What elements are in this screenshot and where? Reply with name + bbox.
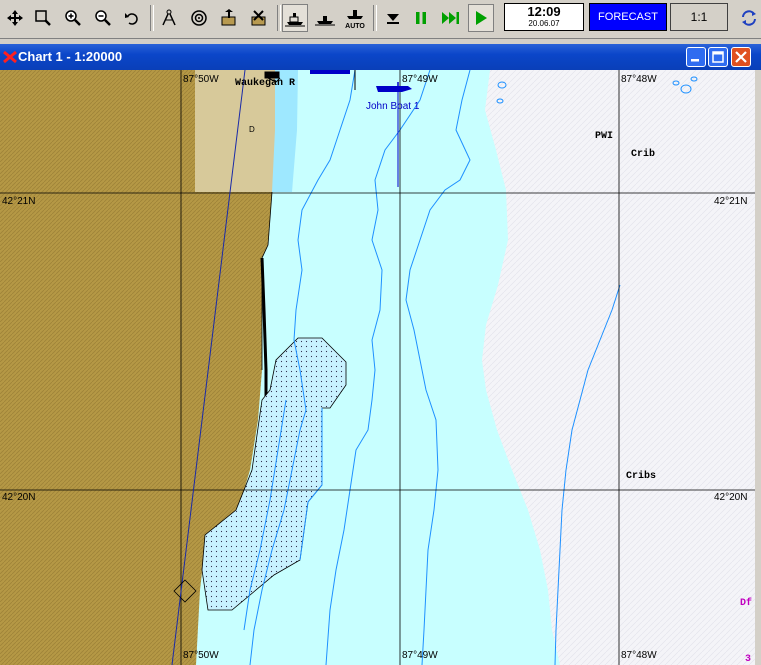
window-title: Chart 1 - 1:20000 [18,49,123,64]
window-right-border [755,70,761,665]
export-icon[interactable] [216,4,242,32]
toolbar-separator [150,5,154,31]
clock-time: 12:09 [527,4,561,19]
label-pwi: PWI [595,131,614,142]
refresh-icon[interactable] [736,4,761,32]
lon-label-bottom-1: 87°50W [183,650,219,661]
lon-label-top-3: 87°48W [621,74,657,85]
label-crib: Crib [631,149,656,160]
lon-label-bottom-3: 87°48W [621,650,657,661]
clock-display: 12:09 20.06.07 [504,3,584,31]
pause-icon[interactable] [408,4,434,32]
zoom-out-icon[interactable] [90,4,116,32]
chart-window-titlebar[interactable]: Chart 1 - 1:20000 [0,44,761,70]
lat-label-right-2: 42°20N [714,492,748,503]
label-cribs: Cribs [626,471,657,482]
ship-mode-icon[interactable] [282,4,308,32]
maximize-button[interactable] [708,47,728,67]
nautical-chart[interactable]: 87°50W 87°49W 87°48W 87°50W 87°49W 87°48… [0,70,755,665]
delete-icon[interactable] [246,4,272,32]
lat-label-left-1: 42°21N [2,196,36,207]
forecast-button[interactable]: FORECAST [589,3,667,31]
breakwater [260,257,268,410]
compass-icon[interactable] [156,4,182,32]
zoom-window-icon[interactable] [30,4,56,32]
close-button[interactable] [731,47,751,67]
toolbar-separator [277,5,281,31]
place-label-waukegan: Waukegan R [235,78,296,89]
zoom-in-icon[interactable] [60,4,86,32]
toolbar-separator [373,5,377,31]
vessel-icon[interactable] [376,86,412,92]
toolbar: AUTO 12:09 20.06.07 FORECAST 1:1 [0,0,761,39]
lat-label-right-1: 42°21N [714,196,748,207]
minimize-icon [691,59,699,62]
chart-window-icon [3,50,17,64]
undo-icon[interactable] [119,4,145,32]
lon-label-top-2: 87°49W [402,74,438,85]
deep-water-area [482,70,755,665]
auto-label: AUTO [345,23,365,30]
clock-date: 20.06.07 [528,19,560,28]
lon-label-bottom-2: 87°49W [402,650,438,661]
auto-mode-icon[interactable]: AUTO [342,4,368,32]
vessel-label[interactable]: John Boat 1 [366,101,419,112]
close-icon [735,51,747,63]
maximize-icon [712,51,724,63]
lon-label-top-1: 87°50W [183,74,219,85]
minimize-button[interactable] [686,47,706,67]
label-df: Df [740,598,753,609]
fast-forward-icon[interactable] [438,4,464,32]
boat-icon[interactable] [312,4,338,32]
move-icon[interactable] [2,4,28,32]
scale-display[interactable]: 1:1 [670,3,728,31]
lat-label-left-2: 42°20N [2,492,36,503]
stop-icon[interactable] [380,4,406,32]
target-icon[interactable] [186,4,212,32]
play-icon[interactable] [468,4,494,32]
label-d: D [249,125,255,134]
label-3: 3 [745,654,752,665]
